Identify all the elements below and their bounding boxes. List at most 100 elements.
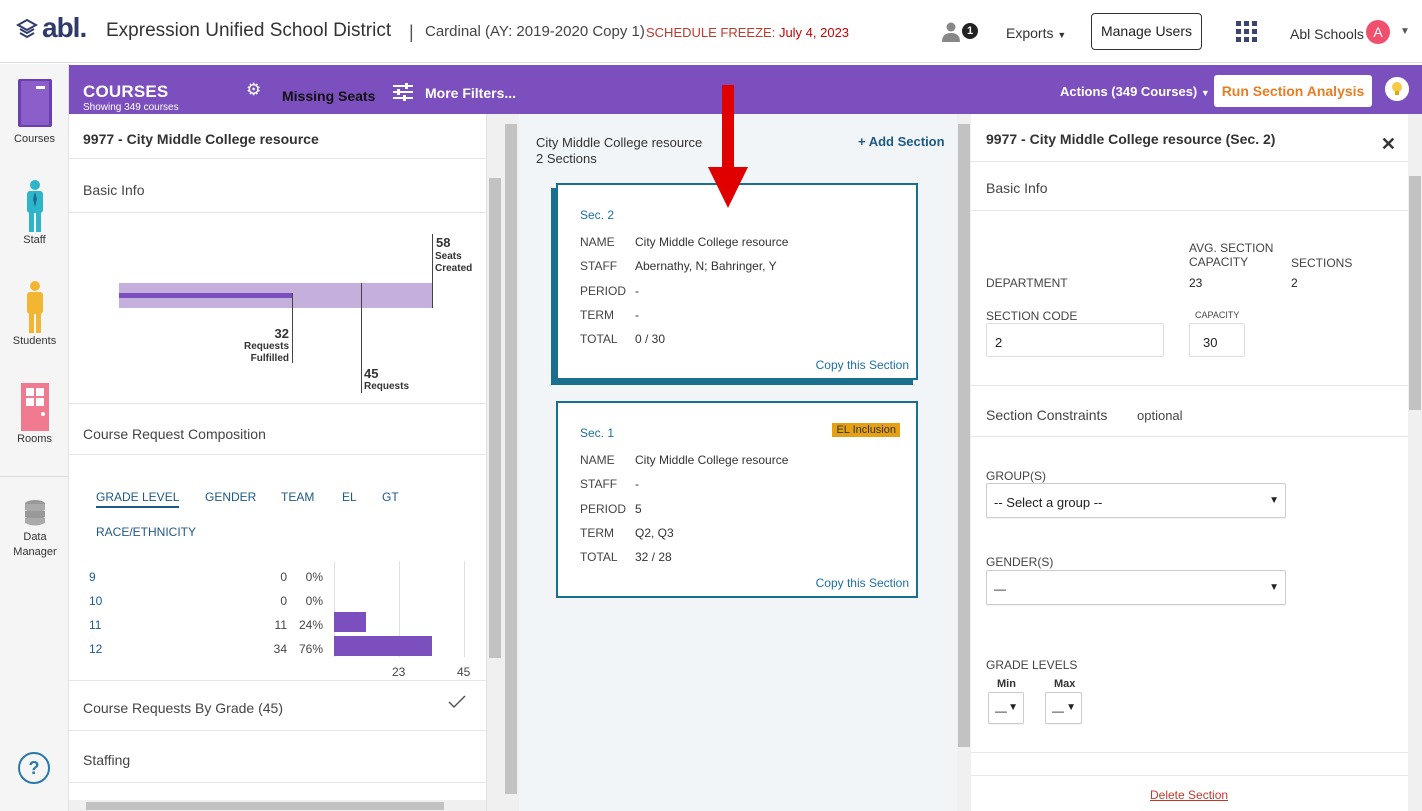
nav-label: Students bbox=[12, 335, 57, 347]
exports-menu[interactable]: Exports ▼ bbox=[1006, 25, 1066, 41]
avatar[interactable]: A bbox=[1366, 20, 1390, 44]
apps-grid-icon[interactable] bbox=[1236, 21, 1257, 42]
logo-cube-icon bbox=[16, 18, 38, 39]
district-name: Expression Unified School District bbox=[106, 20, 392, 41]
basic-info-title[interactable]: Basic Info bbox=[83, 182, 144, 198]
grade-label[interactable]: 12 bbox=[89, 642, 102, 656]
grade-count: 0 bbox=[280, 594, 287, 608]
seats-created-label: Seats Created bbox=[435, 251, 473, 274]
course-info-panel: 9977 - City Middle College resource Basi… bbox=[69, 114, 487, 811]
red-arrow-annotation bbox=[708, 85, 748, 208]
tab-gender[interactable]: GENDER bbox=[205, 490, 256, 504]
abl-logo[interactable]: abl. bbox=[16, 14, 87, 42]
grade-label[interactable]: 11 bbox=[89, 618, 101, 632]
section-card-2[interactable]: Sec. 2 NAME City Middle College resource … bbox=[556, 183, 918, 380]
chevron-down-icon[interactable]: ▼ bbox=[1400, 26, 1410, 37]
grade-bar[interactable] bbox=[334, 636, 432, 656]
book-icon bbox=[17, 79, 52, 127]
term-row: TERM - bbox=[580, 308, 639, 322]
actions-menu[interactable]: Actions (349 Courses) ▼ bbox=[1060, 84, 1210, 99]
notification-badge: 1 bbox=[962, 23, 978, 39]
more-filters-button[interactable]: More Filters... bbox=[425, 85, 516, 101]
grade-percent: 0% bbox=[305, 570, 323, 584]
section-code-value: 2 bbox=[995, 335, 1003, 350]
capacity-label: CAPACITY bbox=[1195, 310, 1240, 320]
section-code-label: SECTION CODE bbox=[986, 309, 1078, 323]
missing-seats-filter[interactable]: Missing Seats bbox=[282, 88, 375, 104]
capacity-value: 30 bbox=[1203, 335, 1218, 350]
close-icon[interactable]: ✕ bbox=[1381, 134, 1396, 155]
optional-label: optional bbox=[1137, 408, 1183, 423]
top-bar: abl. Expression Unified School District … bbox=[0, 0, 1422, 63]
lightbulb-icon[interactable] bbox=[1385, 77, 1409, 101]
gender-select[interactable]: — ▼ bbox=[986, 570, 1286, 605]
nav-staff[interactable]: Staff bbox=[0, 179, 69, 246]
nav-data-manager[interactable]: Data Manager bbox=[0, 499, 69, 560]
gender-select-value: — bbox=[994, 582, 1006, 596]
schedule-freeze: SCHEDULE FREEZE: July 4, 2023 bbox=[646, 25, 849, 40]
term-key: TERM bbox=[580, 526, 614, 540]
delete-section-link[interactable]: Delete Section bbox=[1150, 788, 1228, 802]
account-name[interactable]: Abl Schools bbox=[1290, 26, 1364, 42]
staff-value: - bbox=[635, 477, 639, 491]
group-select[interactable]: -- Select a group -- ▼ bbox=[986, 483, 1286, 518]
filters-icon[interactable] bbox=[393, 82, 413, 102]
staffing-title[interactable]: Staffing bbox=[83, 752, 130, 768]
course-panel-scrollbar[interactable] bbox=[487, 114, 503, 811]
capacity-input[interactable]: 30 bbox=[1189, 323, 1245, 357]
sections-value: 2 bbox=[1291, 276, 1298, 290]
grade-max-value: — bbox=[1052, 704, 1064, 718]
scroll-thumb[interactable] bbox=[1409, 176, 1421, 410]
name-row: NAME City Middle College resource bbox=[580, 235, 788, 249]
outer-scrollbar[interactable] bbox=[503, 114, 519, 811]
tab-race-ethnicity[interactable]: RACE/ETHNICITY bbox=[96, 525, 196, 539]
scroll-thumb[interactable] bbox=[489, 178, 501, 658]
horizontal-scrollbar[interactable] bbox=[69, 800, 486, 811]
nav-students[interactable]: Students bbox=[0, 280, 69, 347]
help-icon[interactable]: ? bbox=[18, 752, 50, 784]
composition-title[interactable]: Course Request Composition bbox=[83, 426, 266, 442]
sections-panel-scrollbar[interactable] bbox=[957, 114, 971, 811]
page-title: COURSES bbox=[83, 82, 169, 101]
detail-panel-scrollbar[interactable] bbox=[1408, 114, 1422, 811]
add-section-button[interactable]: + Add Section bbox=[858, 134, 945, 149]
gear-icon[interactable]: ⚙ bbox=[246, 80, 261, 100]
grade-min-select[interactable]: — ▼ bbox=[988, 692, 1024, 724]
run-section-analysis-button[interactable]: Run Section Analysis bbox=[1214, 75, 1372, 107]
copy-section-link[interactable]: Copy this Section bbox=[816, 358, 909, 372]
section-code-input[interactable]: 2 bbox=[986, 323, 1164, 357]
grade-bar[interactable] bbox=[334, 612, 366, 632]
tab-grade-level[interactable]: GRADE LEVEL bbox=[96, 490, 180, 508]
basic-info-title[interactable]: Basic Info bbox=[986, 180, 1047, 196]
users-icon[interactable] bbox=[942, 22, 964, 42]
copy-section-link[interactable]: Copy this Section bbox=[816, 576, 909, 590]
staff-row: STAFF Abernathy, N; Bahringer, Y bbox=[580, 259, 777, 273]
grade-label[interactable]: 10 bbox=[89, 594, 102, 608]
school-name[interactable]: Cardinal (AY: 2019-2020 Copy 1) bbox=[425, 23, 645, 40]
grade-label[interactable]: 9 bbox=[89, 570, 96, 584]
section-detail-panel: 9977 - City Middle College resource (Sec… bbox=[971, 114, 1408, 811]
tab-gt[interactable]: GT bbox=[382, 490, 399, 504]
manage-users-button[interactable]: Manage Users bbox=[1091, 13, 1202, 50]
sections-course-name: City Middle College resource bbox=[536, 135, 703, 150]
grade-levels-label: GRADE LEVELS bbox=[986, 658, 1078, 672]
tab-el[interactable]: EL bbox=[342, 490, 357, 504]
nav-label: Courses bbox=[14, 133, 55, 145]
chart-gridline-max bbox=[464, 561, 465, 657]
nav-rooms[interactable]: Rooms bbox=[0, 382, 69, 445]
grade-max-select[interactable]: — ▼ bbox=[1045, 692, 1082, 724]
requests-by-grade-title[interactable]: Course Requests By Grade (45) bbox=[83, 700, 283, 716]
door-icon bbox=[20, 383, 49, 431]
total-value: 0 / 30 bbox=[635, 332, 666, 346]
total-row: TOTAL 0 / 30 bbox=[580, 332, 665, 346]
section-card-1[interactable]: Sec. 1 EL Inclusion NAME City Middle Coll… bbox=[556, 401, 918, 598]
section-number: Sec. 2 bbox=[580, 208, 615, 222]
grade-count: 0 bbox=[280, 570, 287, 584]
staff-row: STAFF - bbox=[580, 477, 639, 491]
name-value: City Middle College resource bbox=[635, 453, 789, 467]
scroll-thumb[interactable] bbox=[958, 124, 970, 747]
section-constraints-title[interactable]: Section Constraints bbox=[986, 407, 1107, 423]
tab-team[interactable]: TEAM bbox=[281, 490, 314, 504]
checkmark-icon[interactable] bbox=[448, 695, 466, 709]
nav-courses[interactable]: Courses bbox=[0, 78, 69, 145]
